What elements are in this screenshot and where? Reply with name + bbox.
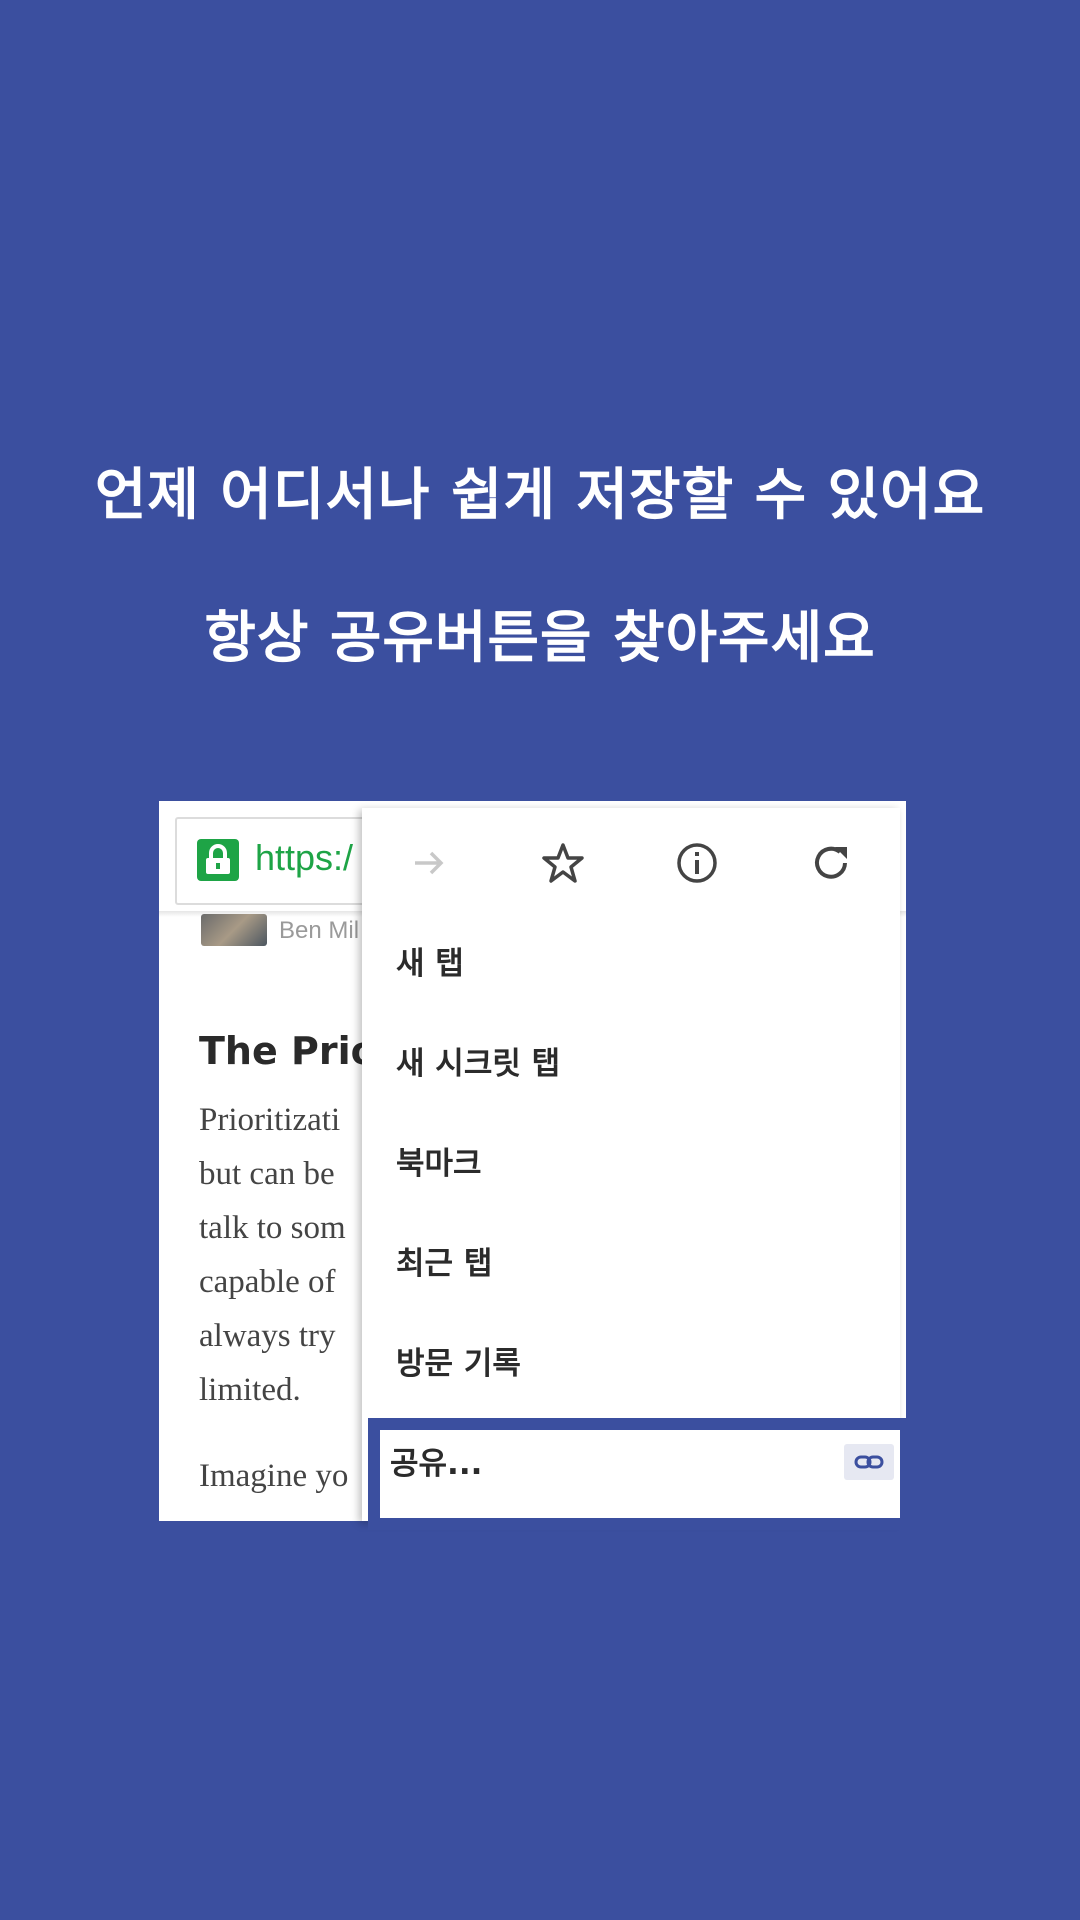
info-icon[interactable] [670,836,724,890]
url-text: https:/ [255,837,354,878]
menu-item-recent-tabs[interactable]: 최근 탭 [396,1238,492,1283]
forward-icon[interactable] [402,836,456,890]
lock-icon [197,839,239,881]
menu-item-share[interactable]: 공유... [368,1418,912,1530]
menu-item-incognito-tab[interactable]: 새 시크릿 탭 [396,1038,560,1083]
reload-icon[interactable] [804,836,858,890]
menu-icon-row [362,808,900,920]
menu-item-bookmarks[interactable]: 북마크 [396,1138,482,1183]
browser-overflow-menu: 새 탭 새 시크릿 탭 북마크 최근 탭 방문 기록 공유... [362,808,912,1530]
link-icon [844,1444,894,1480]
headline-line-1: 언제 어디서나 쉽게 저장할 수 있어요 [94,463,986,528]
menu-item-new-tab[interactable]: 새 탭 [396,938,464,983]
menu-item-history[interactable]: 방문 기록 [396,1338,521,1383]
share-label: 공유... [390,1446,483,1482]
star-icon[interactable] [536,836,590,890]
author-avatar [201,914,267,946]
headline-line-2: 항상 공유버튼을 찾아주세요 [204,606,876,671]
author-name: Ben Mil [279,917,360,944]
